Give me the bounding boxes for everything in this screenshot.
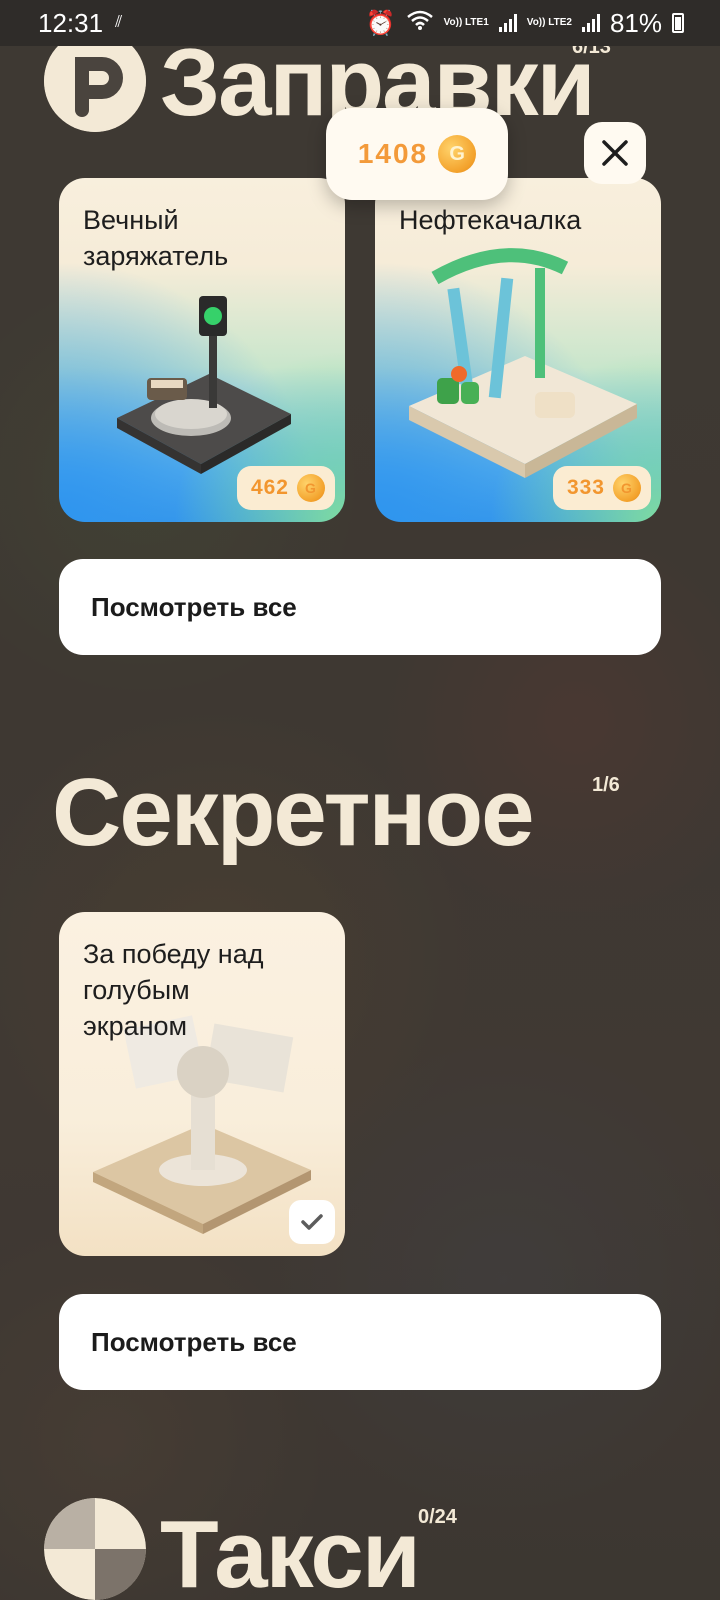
achievement-card-blue-screen[interactable]: За победу над голубым экраном: [59, 912, 345, 1256]
network-2-label: Vo)) LTE2: [526, 17, 572, 28]
achievement-card-eternal-charger[interactable]: Вечный заряжатель 462 G: [59, 178, 345, 522]
price-pill: 333 G: [552, 466, 651, 510]
wifi-icon: [406, 9, 434, 38]
coin-icon: G: [297, 474, 325, 502]
check-icon: [301, 1214, 323, 1230]
coin-icon: G: [438, 135, 477, 173]
clock: 12:31: [38, 7, 104, 38]
battery-icon: [672, 13, 684, 33]
status-bar: 12:31 ⫽ ⏰ Vo)) LTE1 Vo)) LTE2 81%: [0, 0, 720, 46]
coins-balance: 1408 G: [326, 108, 508, 200]
signal-stripes-icon: ⫽: [115, 14, 123, 31]
close-icon: [602, 140, 628, 166]
card-title: За победу над голубым экраном: [83, 939, 264, 1041]
close-button[interactable]: [584, 122, 646, 184]
battery-percent: 81%: [609, 7, 662, 38]
achievement-card-oil-pump[interactable]: Нефтекачалка 333 G: [375, 178, 661, 522]
taxi-counter: 0/24: [418, 1506, 457, 1528]
signal-1-icon: [498, 14, 517, 32]
taxi-logo-icon: [44, 1498, 146, 1600]
network-1-label: Vo)) LTE1: [443, 17, 489, 28]
alarm-icon: ⏰: [365, 9, 396, 37]
price-pill: 462 G: [236, 466, 335, 510]
secret-section-title: Секретное: [52, 759, 535, 866]
coins-value: 1408: [357, 138, 429, 169]
price-value: 333: [566, 476, 605, 499]
taxi-section-title: Такси: [160, 1501, 421, 1600]
see-all-gas-button[interactable]: Посмотреть все: [59, 559, 661, 655]
coin-icon: G: [613, 474, 641, 502]
secret-counter: 1/6: [592, 774, 620, 796]
see-all-secret-button[interactable]: Посмотреть все: [59, 1294, 661, 1390]
completed-check: [289, 1200, 335, 1244]
price-value: 462: [250, 476, 289, 499]
signal-2-icon: [581, 14, 600, 32]
